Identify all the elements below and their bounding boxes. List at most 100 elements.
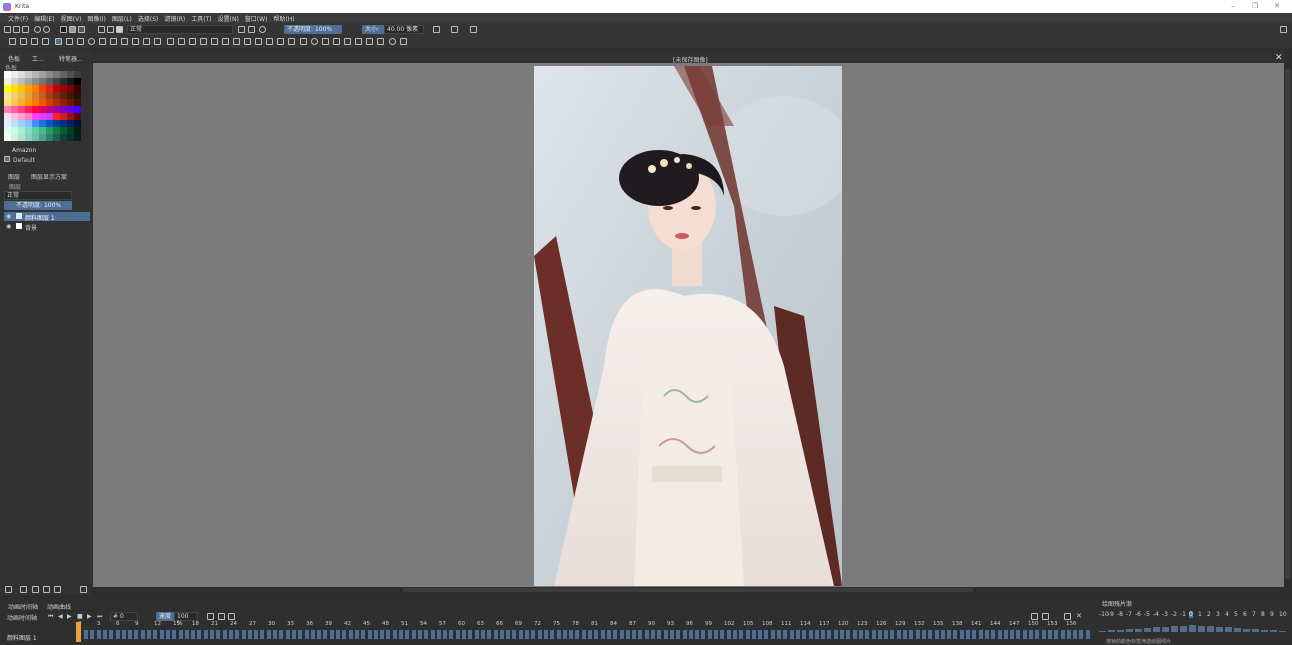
frame-cell[interactable] xyxy=(808,630,813,639)
onion-frame-number[interactable]: -7 xyxy=(1126,611,1132,618)
frame-cell[interactable] xyxy=(550,630,555,639)
onion-frame-number[interactable]: -3 xyxy=(1162,611,1168,618)
frame-cell[interactable] xyxy=(216,630,221,639)
onion-opacity-bar[interactable] xyxy=(1270,630,1277,632)
palette-swatch[interactable] xyxy=(46,71,53,78)
frame-cell[interactable] xyxy=(184,630,189,639)
palette-swatch[interactable] xyxy=(18,92,25,99)
palette-name[interactable]: Amazon xyxy=(12,147,36,154)
frame-cell[interactable] xyxy=(695,630,700,639)
bezier-tool-icon[interactable] xyxy=(121,38,128,45)
move-layer-up-icon[interactable] xyxy=(43,586,50,593)
drop-frames-icon[interactable] xyxy=(228,613,235,620)
onion-opacity-bar[interactable] xyxy=(1207,626,1214,632)
palette-swatch[interactable] xyxy=(39,85,46,92)
menu-select[interactable]: 选择(S) xyxy=(138,14,159,23)
frame-cell[interactable] xyxy=(663,630,668,639)
frame-cell[interactable] xyxy=(153,630,158,639)
menu-file[interactable]: 文件(F) xyxy=(8,14,28,23)
frame-cell[interactable] xyxy=(1041,630,1046,639)
frame-cell[interactable] xyxy=(707,630,712,639)
onion-skin-icon[interactable] xyxy=(218,613,225,620)
palette-swatch[interactable] xyxy=(32,113,39,120)
frame-cell[interactable] xyxy=(411,630,416,639)
menu-image[interactable]: 图像(I) xyxy=(87,14,105,23)
palette-swatch[interactable] xyxy=(74,78,81,85)
multibrush-icon[interactable] xyxy=(154,38,161,45)
frame-cell[interactable] xyxy=(165,630,170,639)
frame-cell[interactable] xyxy=(260,630,265,639)
frame-cell[interactable] xyxy=(619,630,624,639)
palette-swatch[interactable] xyxy=(18,71,25,78)
palette-swatch[interactable] xyxy=(74,120,81,127)
palette-swatch[interactable] xyxy=(60,127,67,134)
palette-swatch[interactable] xyxy=(74,134,81,141)
palette-swatch[interactable] xyxy=(60,113,67,120)
frame-cell[interactable] xyxy=(84,630,88,639)
palette-swatch[interactable] xyxy=(4,134,11,141)
palette-swatch[interactable] xyxy=(60,78,67,85)
palette-swatch[interactable] xyxy=(60,71,67,78)
frame-cell[interactable] xyxy=(172,630,177,639)
menu-settings[interactable]: 设置(N) xyxy=(218,14,239,23)
opacity-slider[interactable]: 不透明度: 100% xyxy=(284,25,342,34)
palette-swatch[interactable] xyxy=(67,113,74,120)
frame-cell[interactable] xyxy=(96,630,101,639)
palette-swatch[interactable] xyxy=(60,99,67,106)
assistant-tool-icon[interactable] xyxy=(266,38,273,45)
bezier-select-icon[interactable] xyxy=(366,38,373,45)
last-frame-icon[interactable]: ⏭ xyxy=(97,613,102,621)
menu-edit[interactable]: 编辑(E) xyxy=(34,14,54,23)
frame-cell[interactable] xyxy=(651,630,655,639)
frame-cell[interactable] xyxy=(758,630,763,639)
frame-cell[interactable] xyxy=(1079,630,1084,639)
color-picker-icon[interactable] xyxy=(211,38,218,45)
frame-cell[interactable] xyxy=(304,630,309,639)
onion-frame-number[interactable]: 9 xyxy=(1270,611,1274,618)
onion-opacity-bar[interactable] xyxy=(1171,626,1178,632)
frame-cell[interactable] xyxy=(852,630,857,639)
palette-swatch[interactable] xyxy=(32,85,39,92)
frame-cell[interactable] xyxy=(1035,630,1040,639)
frame-cell[interactable] xyxy=(846,630,851,639)
frame-cell[interactable] xyxy=(336,630,340,639)
onion-frame-number[interactable]: -1 xyxy=(1180,611,1186,618)
reference-tool-icon[interactable] xyxy=(288,38,295,45)
frame-cell[interactable] xyxy=(594,630,599,639)
horizontal-scrollbar[interactable] xyxy=(93,587,1284,593)
frame-cell[interactable] xyxy=(814,630,819,639)
onion-opacity-bar[interactable] xyxy=(1135,628,1142,632)
palette-swatch[interactable] xyxy=(67,85,74,92)
palette-swatch[interactable] xyxy=(53,99,60,106)
frame-cell[interactable] xyxy=(720,630,725,639)
palette-swatch[interactable] xyxy=(39,71,46,78)
timeline-menu-icon[interactable] xyxy=(1042,613,1049,620)
frame-cell[interactable] xyxy=(575,630,580,639)
frame-cell[interactable] xyxy=(531,630,536,639)
palette-swatch[interactable] xyxy=(53,106,60,113)
frame-cell[interactable] xyxy=(373,630,378,639)
onion-frame-number[interactable]: -9 xyxy=(1108,611,1114,618)
frame-cell[interactable] xyxy=(247,630,252,639)
layer-blend-select[interactable]: 正常 xyxy=(4,191,72,200)
frame-cell[interactable] xyxy=(657,630,662,639)
frame-cell[interactable] xyxy=(121,630,126,639)
palette-swatch[interactable] xyxy=(18,85,25,92)
onion-opacity-bar[interactable] xyxy=(1189,625,1196,632)
line-tool-icon[interactable] xyxy=(66,38,73,45)
brush-preset-name[interactable]: Default xyxy=(13,157,35,164)
palette-swatch[interactable] xyxy=(32,71,39,78)
palette-swatch[interactable] xyxy=(32,78,39,85)
undo-icon[interactable] xyxy=(34,26,41,33)
palette-swatch[interactable] xyxy=(32,92,39,99)
frame-cell[interactable] xyxy=(858,630,863,639)
onion-frame-number[interactable]: 5 xyxy=(1234,611,1238,618)
palette-swatch[interactable] xyxy=(11,85,18,92)
frame-cell[interactable] xyxy=(273,630,277,639)
frame-cell[interactable] xyxy=(953,630,958,639)
onion-frame-number[interactable]: 2 xyxy=(1207,611,1211,618)
frame-cell[interactable] xyxy=(543,630,548,639)
tab-brush-editor[interactable]: 特笔器... xyxy=(59,54,83,63)
palette-swatch[interactable] xyxy=(46,78,53,85)
tab-layers[interactable]: 图层 xyxy=(8,172,20,181)
